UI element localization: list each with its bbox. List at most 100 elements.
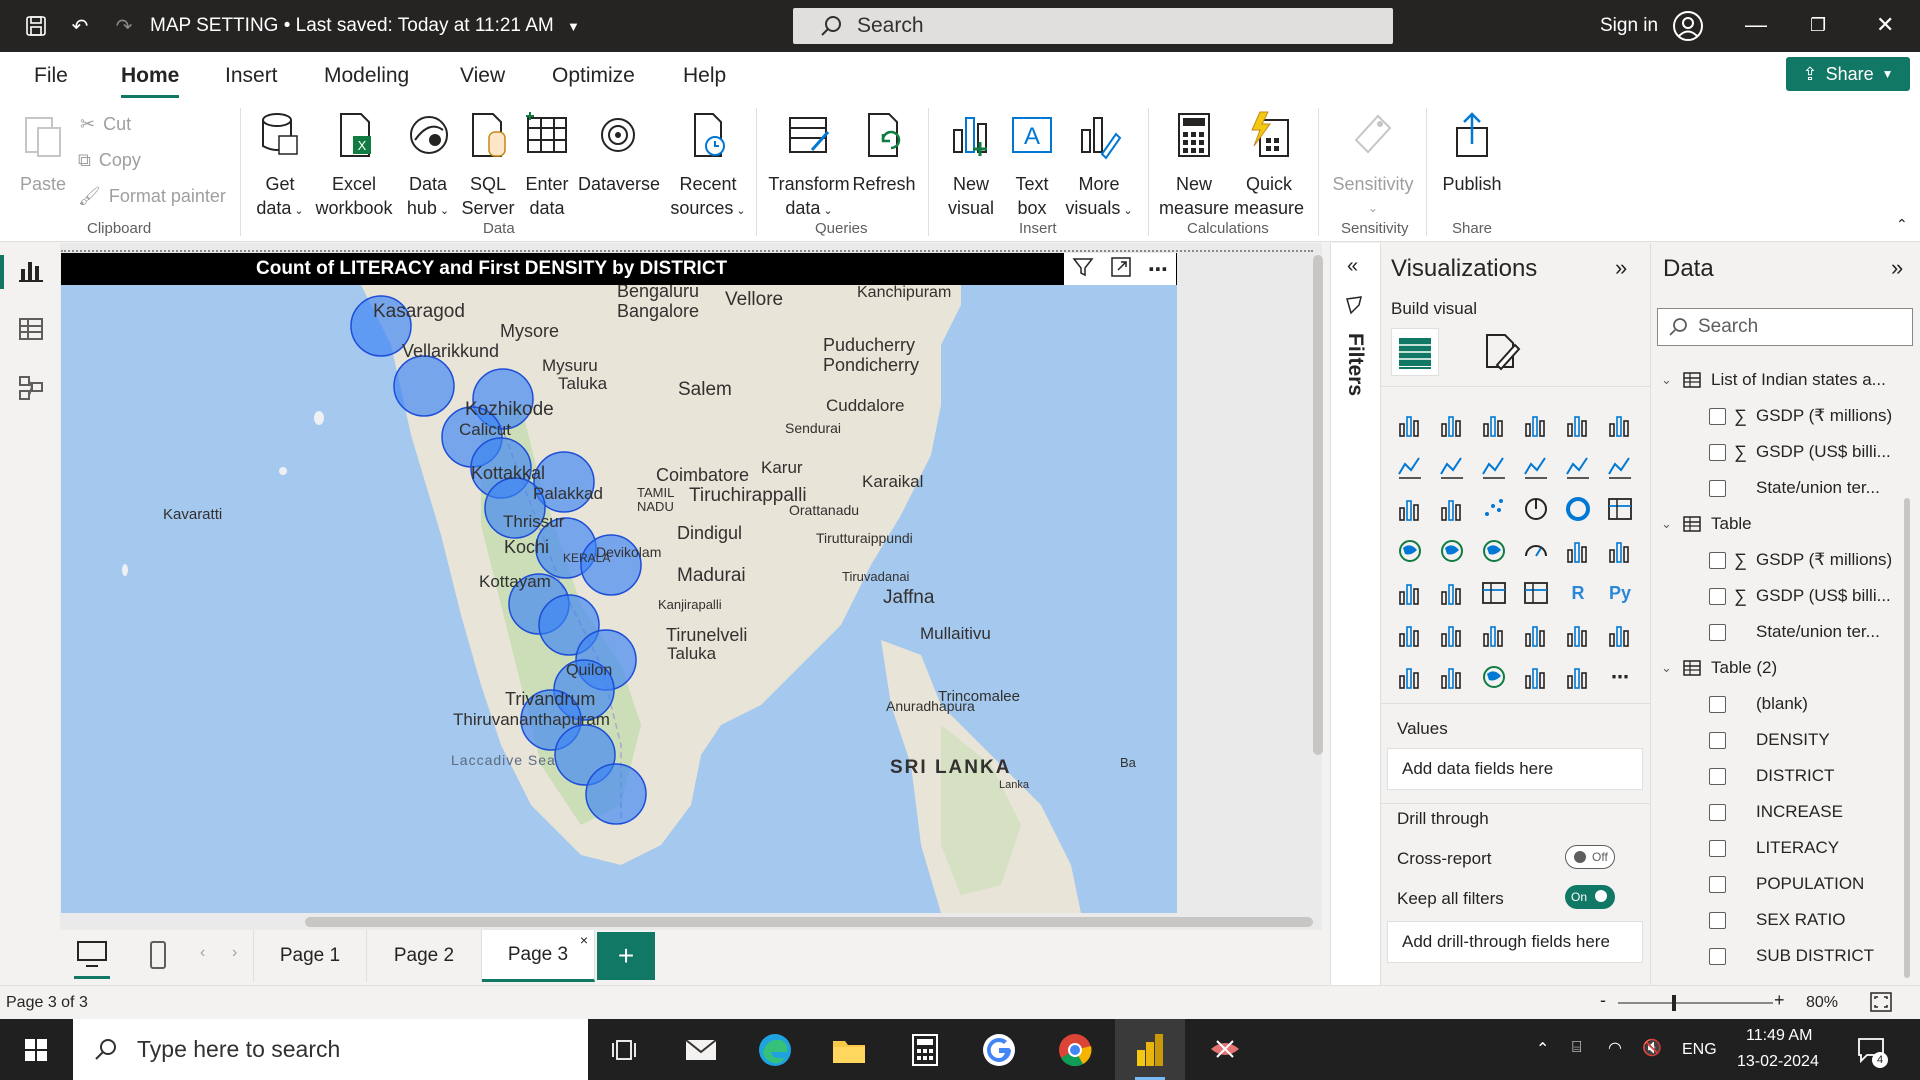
paste-button[interactable]: Paste <box>16 110 70 196</box>
drill-through-dropzone[interactable]: Add drill-through fields here <box>1387 921 1643 963</box>
focus-mode-icon[interactable] <box>1110 256 1132 283</box>
pie-chart-icon[interactable] <box>1519 492 1553 526</box>
field-item[interactable]: DISTRICT <box>1651 761 1916 791</box>
treemap-icon[interactable] <box>1603 492 1637 526</box>
field-checkbox[interactable] <box>1709 695 1726 713</box>
field-item[interactable]: DENSITY <box>1651 725 1916 755</box>
more-visuals-button[interactable]: More visuals ⌄ <box>1064 110 1134 223</box>
mobile-layout-icon[interactable] <box>148 940 168 975</box>
recent-sources-button[interactable]: Recent sources ⌄ <box>668 110 748 223</box>
slicer-icon[interactable] <box>1435 576 1469 610</box>
snipping-tool-icon[interactable] <box>1206 1031 1244 1069</box>
tab-help[interactable]: Help <box>683 64 726 88</box>
enter-data-button[interactable]: Enter data <box>520 110 574 220</box>
table-node[interactable]: ⌄ Table <box>1651 509 1916 539</box>
stacked-bar-chart-icon[interactable] <box>1393 408 1427 442</box>
map-bubble[interactable] <box>393 355 455 417</box>
restore-icon[interactable]: ❐ <box>1810 15 1826 36</box>
tab-home[interactable]: Home <box>121 64 180 98</box>
field-checkbox[interactable] <box>1709 551 1726 569</box>
area-chart-icon[interactable] <box>1435 450 1469 484</box>
file-explorer-icon[interactable] <box>830 1031 868 1069</box>
field-item[interactable]: ∑ GSDP (₹ millions) <box>1651 545 1916 575</box>
field-checkbox[interactable] <box>1709 803 1726 821</box>
table-visual-icon[interactable] <box>1477 576 1511 610</box>
field-item[interactable]: State/union ter... <box>1651 617 1916 647</box>
stacked-area-chart-icon[interactable] <box>1477 450 1511 484</box>
tab-insert[interactable]: Insert <box>225 64 278 88</box>
smart-narrative-icon[interactable] <box>1519 618 1553 652</box>
zoom-out-icon[interactable]: - <box>1600 990 1606 1011</box>
page-tab-2[interactable]: Page 2 <box>367 930 482 982</box>
show-hidden-icons[interactable]: ⌃ <box>1536 1039 1549 1059</box>
clock-time[interactable]: 11:49 AM <box>1746 1027 1812 1045</box>
field-checkbox[interactable] <box>1709 947 1726 965</box>
tab-file[interactable]: File <box>34 64 68 88</box>
excel-workbook-button[interactable]: X Excel workbook <box>314 110 394 220</box>
100-stacked-column-chart-icon[interactable] <box>1603 408 1637 442</box>
transform-data-button[interactable]: Transform data ⌄ <box>766 110 852 223</box>
keep-filters-toggle[interactable]: On <box>1565 885 1615 909</box>
map-bubble[interactable] <box>585 763 647 825</box>
zoom-slider-thumb[interactable] <box>1672 995 1676 1011</box>
search-input[interactable]: Search <box>793 8 1393 44</box>
field-item[interactable]: POPULATION <box>1651 869 1916 899</box>
map-icon[interactable] <box>1393 534 1427 568</box>
paginated-report-icon[interactable] <box>1603 618 1637 652</box>
field-checkbox[interactable] <box>1709 443 1726 461</box>
field-item[interactable]: ∑ GSDP (US$ billi... <box>1651 581 1916 611</box>
line-stacked-column-chart-icon[interactable] <box>1561 450 1595 484</box>
device-icon[interactable]: ⌸ <box>1572 1039 1582 1057</box>
collapse-ribbon-icon[interactable]: ⌃ <box>1896 216 1908 233</box>
field-checkbox[interactable] <box>1709 839 1726 857</box>
map-visual[interactable]: Count of LITERACY and First DENSITY by D… <box>61 253 1177 913</box>
arcgis-map-icon[interactable] <box>1477 660 1511 694</box>
sensitivity-button[interactable]: Sensitivity ⌄ <box>1328 110 1418 220</box>
google-app-icon[interactable] <box>980 1031 1018 1069</box>
redo-icon[interactable]: ↷ <box>112 14 136 38</box>
power-apps-icon[interactable] <box>1519 660 1553 694</box>
format-visual-tab[interactable] <box>1481 331 1521 376</box>
clustered-column-chart-icon[interactable] <box>1519 408 1553 442</box>
field-item[interactable]: ∑ GSDP (₹ millions) <box>1651 401 1916 431</box>
horizontal-scrollbar[interactable] <box>305 917 1313 927</box>
field-checkbox[interactable] <box>1709 587 1726 605</box>
edge-browser-icon[interactable] <box>756 1031 794 1069</box>
zoom-in-icon[interactable]: + <box>1774 990 1785 1011</box>
filter-icon[interactable] <box>1072 256 1094 283</box>
desktop-layout-icon[interactable] <box>76 940 108 975</box>
prev-page-icon[interactable]: ‹ <box>200 944 205 962</box>
close-page-icon[interactable]: × <box>580 932 588 948</box>
add-page-button[interactable]: + <box>597 932 655 980</box>
multi-row-card-icon[interactable] <box>1603 534 1637 568</box>
build-visual-tab[interactable] <box>1391 328 1439 376</box>
field-checkbox[interactable] <box>1709 731 1726 749</box>
data-hub-button[interactable]: Data hub ⌄ <box>400 110 456 223</box>
stacked-column-chart-icon[interactable] <box>1435 408 1469 442</box>
card-icon[interactable] <box>1561 534 1595 568</box>
filled-map-icon[interactable] <box>1435 534 1469 568</box>
zoom-slider[interactable] <box>1618 995 1773 1011</box>
save-icon[interactable] <box>24 14 48 38</box>
zoom-level[interactable]: 80% <box>1806 994 1838 1012</box>
map-canvas[interactable]: BengaluruBangalore Vellore Kanchipuram Kasa… <box>61 285 1177 913</box>
field-item[interactable]: State/union ter... <box>1651 473 1916 503</box>
table-node[interactable]: ⌄ Table (2) <box>1651 653 1916 683</box>
avatar-icon[interactable] <box>1672 10 1704 47</box>
map-area[interactable]: Bengaluru Bangalore Vellore Kanchipuram Kasa… <box>61 285 1177 913</box>
kpi-icon[interactable] <box>1393 576 1427 610</box>
vertical-scrollbar[interactable] <box>1313 255 1323 755</box>
more-options-icon[interactable]: ⋯ <box>1148 257 1168 282</box>
page-tab-3[interactable]: Page 3 × <box>482 930 595 982</box>
values-dropzone[interactable]: Add data fields here <box>1387 748 1643 790</box>
clock-date[interactable]: 13-02-2024 <box>1737 1053 1819 1071</box>
field-item[interactable]: SUB DISTRICT <box>1651 941 1916 971</box>
document-title[interactable]: MAP SETTING • Last saved: Today at 11:21… <box>150 15 580 37</box>
ribbon-chart-icon[interactable] <box>1603 450 1637 484</box>
field-checkbox[interactable] <box>1709 911 1726 929</box>
cross-report-toggle[interactable]: Off <box>1565 845 1615 869</box>
share-button[interactable]: ⇪ Share ▼ <box>1786 57 1910 91</box>
table-view-icon[interactable] <box>18 316 44 342</box>
mail-app-icon[interactable] <box>682 1031 720 1069</box>
undo-icon[interactable]: ↶ <box>68 14 92 38</box>
